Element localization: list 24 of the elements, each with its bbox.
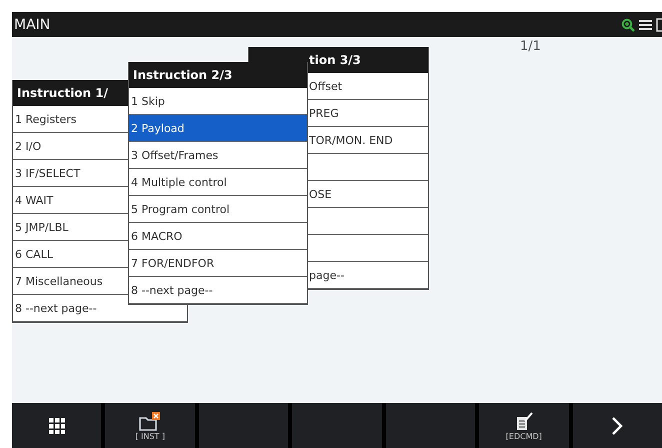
folder-icon xyxy=(138,410,162,430)
window-icon[interactable] xyxy=(656,18,662,32)
menu-item[interactable]: 5 Program control xyxy=(129,196,307,223)
menu-item[interactable]: 3 Offset/Frames xyxy=(129,142,307,169)
menu-item[interactable]: 8 --next page-- xyxy=(129,277,307,304)
menu-item[interactable]: TOR/MON. END xyxy=(249,127,428,154)
menu-item[interactable]: OSE xyxy=(249,181,428,208)
menu-item[interactable]: 4 Multiple control xyxy=(129,169,307,196)
function-key[interactable]: [EDCMD] xyxy=(479,403,569,448)
grid-icon xyxy=(48,418,65,434)
function-key[interactable] xyxy=(12,403,102,448)
menu-item[interactable]: page-- xyxy=(249,262,428,289)
page-indicator: 1/1 xyxy=(520,39,541,54)
menu-item[interactable]: 6 MACRO xyxy=(129,223,307,250)
menu-item[interactable]: 7 FOR/ENDFOR xyxy=(129,250,307,277)
screen-title: MAIN xyxy=(14,16,50,32)
menu-item[interactable]: Offset xyxy=(249,73,428,100)
menu-item[interactable]: PREG xyxy=(249,100,428,127)
menu-title: Instruction 2/3 xyxy=(129,62,307,88)
function-key[interactable]: [ INST ] xyxy=(105,403,195,448)
chevron-right-icon xyxy=(611,416,624,436)
zoom-icon[interactable] xyxy=(621,18,635,32)
menu-item[interactable]: 2 Payload xyxy=(129,115,307,142)
menu-icon[interactable] xyxy=(639,18,652,30)
